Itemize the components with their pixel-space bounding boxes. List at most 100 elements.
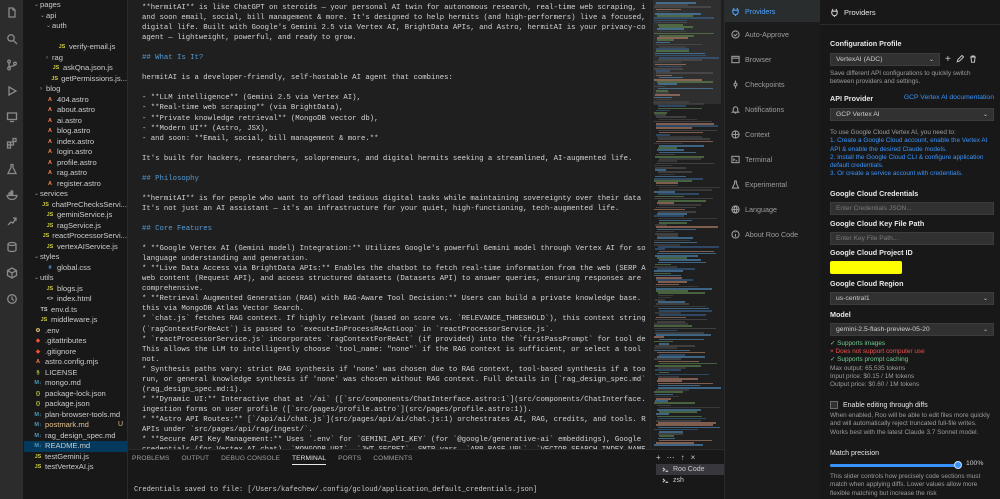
instruction-step-1[interactable]: 1. Create a Google Cloud account, enable… <box>830 137 994 154</box>
docker-button[interactable] <box>0 182 24 208</box>
file-item[interactable]: Aprofile.astro <box>24 158 127 169</box>
folder-item[interactable]: ⌄ api <box>24 11 127 22</box>
run-debug-button[interactable] <box>0 78 24 104</box>
file-item[interactable]: A 404.astro <box>24 95 127 106</box>
code-line[interactable]: **hermitAI** is like ChatGPT on steroids… <box>142 3 646 13</box>
file-item[interactable]: M↓ postmark.md U <box>24 420 127 431</box>
folder-item[interactable]: ⌄ services <box>24 189 127 200</box>
code-line[interactable]: * **Dynamic UI:** Interactive chat at `/… <box>142 395 646 405</box>
testing-button[interactable] <box>0 156 24 182</box>
folder-item[interactable]: › blog <box>24 84 127 95</box>
file-item[interactable]: JS getPermissions.js... <box>24 74 127 85</box>
code-line[interactable]: - **Private knowledge retrieval** (Mongo… <box>142 114 646 124</box>
file-item[interactable]: M↓ plan-browser-tools.md <box>24 410 127 421</box>
code-line[interactable]: * **Astro API Routes:** [`/api/ai/chat.j… <box>142 415 646 425</box>
settings-nav-notifications[interactable]: Notifications <box>725 97 820 122</box>
code-line[interactable] <box>142 63 646 73</box>
code-line[interactable]: ## What Is It? <box>142 53 646 63</box>
code-line[interactable]: It's built for hackers, researchers, sol… <box>142 154 646 164</box>
settings-nav-context[interactable]: Context <box>725 122 820 147</box>
minimap[interactable] <box>650 0 724 449</box>
panel-tab-ports[interactable]: PORTS <box>338 455 361 465</box>
code-line[interactable]: * **Secure API Key Management:** Uses `.… <box>142 435 646 445</box>
file-item[interactable]: TS env.d.ts <box>24 305 127 316</box>
settings-nav-about-roo-code[interactable]: About Roo Code <box>725 222 820 247</box>
file-item[interactable]: JS askQna.json.js <box>24 63 127 74</box>
remote-explorer-button[interactable] <box>0 104 24 130</box>
file-item[interactable]: <> index.html <box>24 294 127 305</box>
file-item[interactable]: JS middleware.js <box>24 315 127 326</box>
code-line[interactable]: - **Modern UI** (Astro, JSX), <box>142 124 646 134</box>
edit-profile-button[interactable] <box>956 54 965 65</box>
code-line[interactable] <box>142 144 646 154</box>
file-item[interactable]: ◆ .gitattributes <box>24 336 127 347</box>
add-profile-button[interactable]: + <box>945 54 951 65</box>
slider-thumb[interactable] <box>954 461 962 469</box>
code-line[interactable]: * **Live Data Access via BrightData APIs… <box>142 264 646 274</box>
code-line[interactable]: comprehensive. <box>142 284 646 294</box>
code-line[interactable]: APIs under `src/pages/api/rag/ingest/`. <box>142 425 646 435</box>
code-line[interactable]: (`ragContextForReAct`) is passed to `exe… <box>142 325 646 335</box>
editor-readme[interactable]: **hermitAI** is like ChatGPT on steroids… <box>128 0 650 449</box>
new-terminal-button[interactable]: + <box>656 453 661 462</box>
code-line[interactable]: language understanding and generation. <box>142 254 646 264</box>
file-item[interactable]: JS vertexAIService.js <box>24 242 127 253</box>
delete-profile-button[interactable] <box>969 54 977 65</box>
folder-item[interactable]: ⌄ auth <box>24 21 127 32</box>
code-line[interactable]: web content (Request API), and access st… <box>142 274 646 284</box>
panel-tab-output[interactable]: OUTPUT <box>181 455 209 465</box>
file-item[interactable]: M↓ rag_design_spec.md <box>24 431 127 442</box>
file-item[interactable]: ⚙ .env <box>24 326 127 337</box>
code-line[interactable]: * `chat.js` fetches RAG context. If high… <box>142 314 646 324</box>
extensions-button[interactable] <box>0 130 24 156</box>
file-item[interactable]: Aindex.astro <box>24 137 127 148</box>
package-button[interactable] <box>0 260 24 286</box>
file-item[interactable]: Aai.astro <box>24 116 127 127</box>
panel-tab-problems[interactable]: PROBLEMS <box>132 455 169 465</box>
more-actions-button[interactable]: ⋯ <box>667 453 675 462</box>
timeline-button[interactable] <box>0 286 24 312</box>
file-item[interactable]: M↓ mongo.md <box>24 378 127 389</box>
instruction-step-2[interactable]: 2. Install the Google Cloud CLI & config… <box>830 154 994 171</box>
code-line[interactable]: and soon email, social, bill management … <box>142 13 646 23</box>
model-select[interactable]: gemini-2.5-flash-preview-05-20 ⌄ <box>830 323 994 336</box>
settings-nav-browser[interactable]: Browser <box>725 47 820 72</box>
code-line[interactable] <box>142 234 646 244</box>
terminal-tab[interactable]: zsh <box>656 475 724 486</box>
panel-tab-terminal[interactable]: TERMINAL <box>292 455 327 465</box>
vertex-docs-link[interactable]: GCP Vertex AI documentation <box>904 94 994 103</box>
code-line[interactable]: (rag_design_spec.md:1). <box>142 385 646 395</box>
maximize-panel-button[interactable]: ↑ <box>681 453 685 462</box>
code-line[interactable]: * `reactProcessorService.js` incorporate… <box>142 335 646 345</box>
code-line[interactable]: this via MongoDB Atlas Vector Search. <box>142 304 646 314</box>
file-item[interactable]: M↓ README.md <box>24 441 127 452</box>
terminal-output[interactable]: Credentials saved to file: [/Users/kafec… <box>134 486 537 494</box>
region-select[interactable]: us-central1 ⌄ <box>830 292 994 305</box>
terminal-tab[interactable]: Roo Code <box>656 464 724 475</box>
settings-nav-auto-approve[interactable]: Auto-Approve <box>725 22 820 47</box>
code-line[interactable] <box>142 214 646 224</box>
folder-item[interactable]: ⌄ pages <box>24 0 127 11</box>
file-item[interactable]: JS blogs.js <box>24 284 127 295</box>
project-id-input[interactable] <box>830 261 994 274</box>
code-line[interactable]: ingestion forms on user profile ([`src/p… <box>142 405 646 415</box>
roo-code-button[interactable] <box>0 208 24 234</box>
settings-nav-providers[interactable]: Providers <box>725 0 820 22</box>
settings-nav-terminal[interactable]: Terminal <box>725 147 820 172</box>
match-precision-slider[interactable]: 100% <box>830 460 994 470</box>
code-line[interactable]: hermitAI is a developer-friendly, self-h… <box>142 73 646 83</box>
code-line[interactable]: * Synthesis paths vary: strict RAG synth… <box>142 365 646 375</box>
settings-nav-language[interactable]: Language <box>725 197 820 222</box>
code-line[interactable]: not. <box>142 355 646 365</box>
file-item[interactable]: JS testGemini.js <box>24 452 127 463</box>
code-line[interactable]: ## Core Features <box>142 224 646 234</box>
close-panel-button[interactable]: × <box>691 453 696 462</box>
panel-tab-debug-console[interactable]: DEBUG CONSOLE <box>221 455 280 465</box>
key-file-input[interactable]: Enter Key File Path... <box>830 232 994 245</box>
file-item[interactable]: Aastro.config.mjs <box>24 357 127 368</box>
code-line[interactable]: **hermitAI** is for people who want to o… <box>142 194 646 204</box>
code-line[interactable]: * **Retrieval Augmented Generation (RAG)… <box>142 294 646 304</box>
code-line[interactable] <box>142 43 646 53</box>
code-line[interactable]: digital life. Built with Google's Gemini… <box>142 23 646 33</box>
file-item[interactable]: Arag.astro <box>24 168 127 179</box>
